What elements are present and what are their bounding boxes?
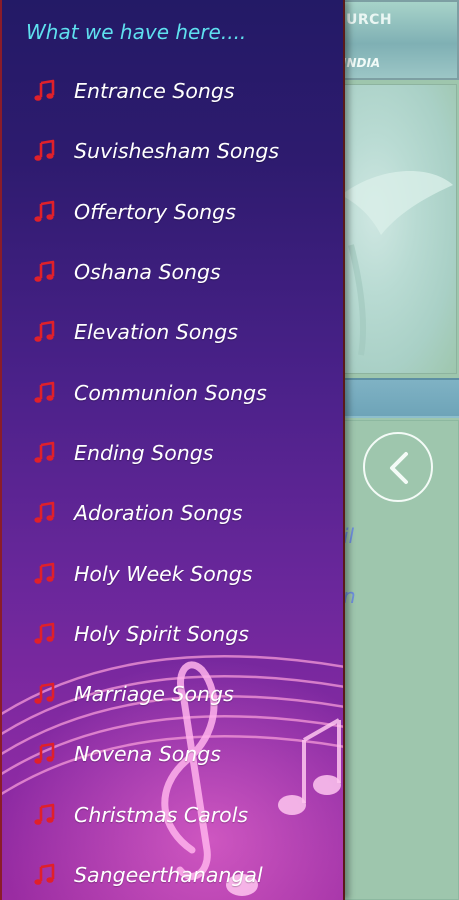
music-note-icon xyxy=(34,79,55,101)
chevron-left-icon xyxy=(390,452,408,484)
drawer-item-label: Novena Songs xyxy=(74,742,221,767)
music-note-icon xyxy=(34,140,55,162)
drawer-item-label: Ending Songs xyxy=(74,440,214,465)
back-button[interactable] xyxy=(363,432,433,502)
drawer-item-holy-spirit-songs[interactable]: Holy Spirit Songs xyxy=(2,604,343,664)
drawer-title: What we have here.... xyxy=(26,20,247,44)
drawer-item-label: Holy Week Songs xyxy=(74,561,253,586)
navigation-drawer: What we have here.... Entrance Songs Suvi… xyxy=(0,0,345,900)
drawer-menu: Entrance Songs Suvishesham Songs Offertory… xyxy=(2,61,343,900)
drawer-item-label: Communion Songs xyxy=(74,380,267,405)
drawer-item-label: Christmas Carols xyxy=(74,802,249,827)
drawer-item-label: Sangeerthanangal xyxy=(74,863,263,887)
drawer-item-label: Adoration Songs xyxy=(74,501,243,526)
drawer-item-label: Elevation Songs xyxy=(74,320,238,345)
music-note-icon xyxy=(34,682,55,704)
drawer-item-label: Offertory Songs xyxy=(74,199,236,224)
drawer-item-communion-songs[interactable]: Communion Songs xyxy=(2,362,343,422)
drawer-item-entrance-songs[interactable]: Entrance Songs xyxy=(2,61,343,121)
drawer-item-holy-week-songs[interactable]: Holy Week Songs xyxy=(2,543,343,603)
drawer-item-christmas-carols[interactable]: Christmas Carols xyxy=(2,785,343,845)
drawer-item-label: Marriage Songs xyxy=(74,682,234,707)
drawer-item-oshana-songs[interactable]: Oshana Songs xyxy=(2,242,343,302)
drawer-item-sangeerthanangal[interactable]: Sangeerthanangal xyxy=(2,845,343,900)
banner-subtitle: INDIA xyxy=(342,56,381,70)
drawer-item-label: Holy Spirit Songs xyxy=(74,621,249,646)
drawer-item-label: Oshana Songs xyxy=(74,260,221,285)
music-note-icon xyxy=(34,321,55,343)
music-note-icon xyxy=(34,562,55,584)
music-note-icon xyxy=(34,622,55,644)
music-note-icon xyxy=(34,863,55,885)
drawer-item-suvishesham-songs[interactable]: Suvishesham Songs xyxy=(2,121,343,181)
drawer-item-offertory-songs[interactable]: Offertory Songs xyxy=(2,182,343,242)
music-note-icon xyxy=(34,260,55,282)
music-note-icon xyxy=(34,501,55,524)
drawer-item-label: Entrance Songs xyxy=(74,79,235,104)
music-note-icon xyxy=(34,803,55,825)
music-note-icon xyxy=(34,381,55,403)
banner-title: URCH xyxy=(346,12,393,28)
drawer-item-marriage-songs[interactable]: Marriage Songs xyxy=(2,664,343,724)
music-note-icon xyxy=(34,441,55,463)
music-note-icon xyxy=(34,200,55,222)
drawer-item-elevation-songs[interactable]: Elevation Songs xyxy=(2,302,343,362)
drawer-item-label: Suvishesham Songs xyxy=(74,139,280,164)
music-note-icon xyxy=(34,743,55,765)
drawer-item-ending-songs[interactable]: Ending Songs xyxy=(2,423,343,483)
drawer-item-adoration-songs[interactable]: Adoration Songs xyxy=(2,483,343,543)
drawer-item-novena-songs[interactable]: Novena Songs xyxy=(2,724,343,784)
